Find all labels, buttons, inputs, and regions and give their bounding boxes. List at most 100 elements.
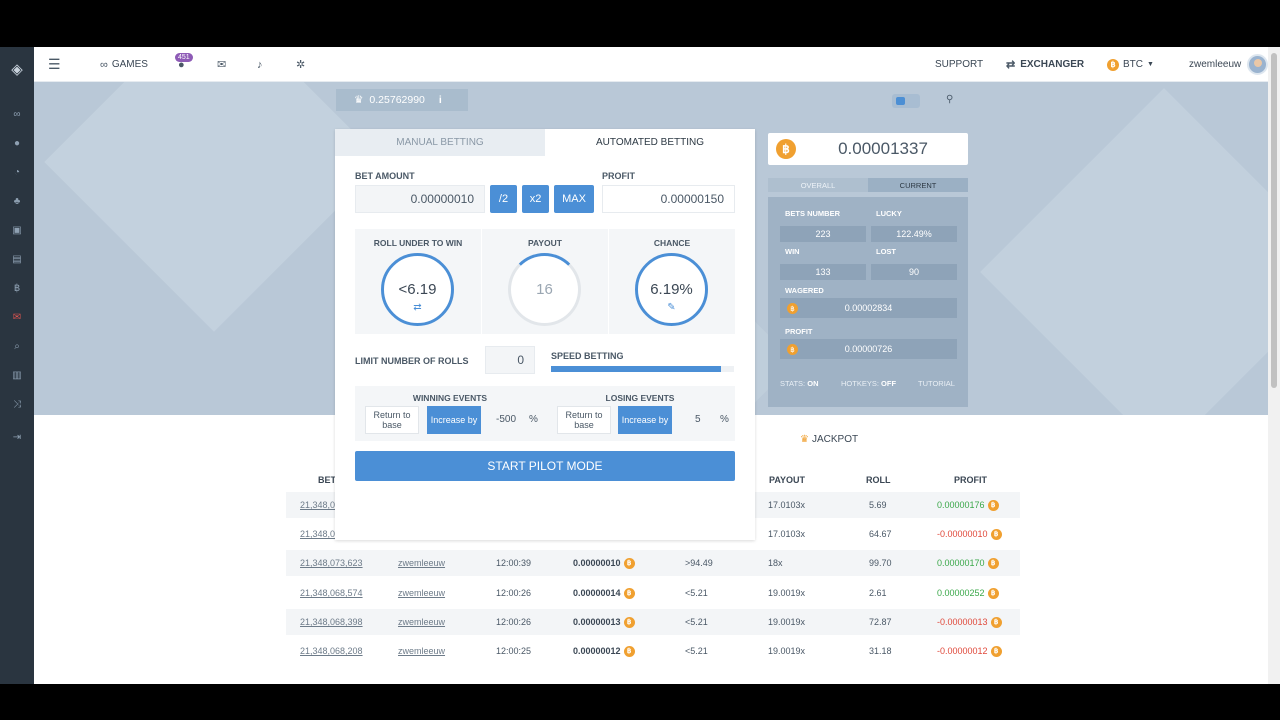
- cell-target: >94.49: [685, 558, 713, 568]
- bets-number-label: BETS NUMBER: [785, 209, 841, 218]
- info-icon[interactable]: i: [439, 94, 442, 106]
- sidebar-link-icon[interactable]: ∞: [0, 105, 34, 123]
- pencil-icon[interactable]: ✎: [667, 302, 675, 313]
- winning-events: WINNING EVENTS Return to base Increase b…: [355, 386, 545, 441]
- win-return-base-button[interactable]: Return to base: [365, 406, 419, 434]
- cell-profit: -0.00000010 ฿: [937, 521, 1002, 547]
- sidebar-bitcoin-icon[interactable]: ฿: [0, 279, 34, 297]
- cell-bet: 0.00000012 ฿: [573, 638, 635, 664]
- user-menu[interactable]: zwemleeuw: [1189, 47, 1269, 82]
- currency-select[interactable]: ฿ BTC ▼: [1107, 47, 1154, 82]
- cell-user[interactable]: zwemleeuw: [398, 609, 445, 635]
- jackpot-display: ♛ 0.25762990 i: [336, 89, 468, 111]
- max-bet-button[interactable]: MAX: [554, 185, 594, 213]
- games-menu[interactable]: ∞ GAMES: [100, 47, 148, 82]
- cell-id[interactable]: 21,348,068,574: [300, 580, 363, 606]
- profit-label: PROFIT: [785, 327, 813, 336]
- tab-overall[interactable]: OVERALL: [768, 178, 868, 192]
- menu-icon[interactable]: ☰: [48, 47, 61, 82]
- cell-user[interactable]: zwemleeuw: [398, 550, 445, 576]
- payout-box: PAYOUT 16: [482, 229, 608, 334]
- table-row: 21,348,068,208 zwemleeuw 12:00:25 0.0000001…: [286, 638, 1020, 664]
- bitcoin-icon: ฿: [990, 645, 1002, 657]
- table-row: 21,348,073,623 zwemleeuw 12:00:39 0.0000001…: [286, 550, 1020, 576]
- wagered-label: WAGERED: [785, 286, 824, 295]
- win-value: 133: [780, 264, 866, 280]
- jackpot-tab[interactable]: ♛ JACKPOT: [800, 434, 858, 445]
- cell-user[interactable]: zwemleeuw: [398, 580, 445, 606]
- sidebar-search-icon[interactable]: ⌕: [0, 337, 34, 355]
- bitcoin-icon: ฿: [623, 616, 635, 628]
- cell-id[interactable]: 21,348,068,208: [300, 638, 363, 664]
- header-roll: ROLL: [866, 475, 891, 485]
- support-link[interactable]: SUPPORT: [935, 47, 983, 82]
- sidebar-chat-icon[interactable]: ✉: [0, 308, 34, 326]
- wagered-value: 0.00002834: [780, 298, 957, 318]
- sidebar-group-icon[interactable]: ♣: [0, 192, 34, 210]
- win-increase-by-button[interactable]: Increase by: [427, 406, 481, 434]
- gamepad-icon: ∞: [100, 58, 108, 71]
- cell-payout: 17.0103x: [768, 500, 806, 510]
- cell-roll: 99.70: [869, 558, 892, 568]
- chance-label: CHANCE: [653, 238, 691, 248]
- cell-target: <5.21: [685, 646, 708, 656]
- table-row: 21,348,068,398 zwemleeuw 12:00:26 0.0000001…: [286, 609, 1020, 635]
- cell-roll: 64.67: [869, 529, 892, 539]
- games-label: GAMES: [111, 59, 148, 70]
- table-row: 21,348,068,574 zwemleeuw 12:00:26 0.0000001…: [286, 580, 1020, 606]
- chevron-down-icon: ▼: [1147, 61, 1154, 68]
- sidebar-box-icon[interactable]: ▣: [0, 221, 34, 239]
- loss-increase-input[interactable]: 5: [695, 414, 701, 425]
- hotkeys-toggle[interactable]: HOTKEYS: OFF: [841, 379, 896, 388]
- bitcoin-icon: ฿: [987, 557, 999, 569]
- logo-icon[interactable]: ◈: [0, 47, 34, 91]
- lost-label: LOST: [876, 247, 896, 256]
- username: zwemleeuw: [1189, 59, 1242, 70]
- cell-user[interactable]: zwemleeuw: [398, 638, 445, 664]
- sidebar-user-icon[interactable]: ●: [0, 134, 34, 152]
- stats-toggle[interactable]: STATS: ON: [780, 379, 818, 388]
- loss-return-base-button[interactable]: Return to base: [557, 406, 611, 434]
- header-payout: PAYOUT: [769, 475, 806, 485]
- bell-button[interactable]: ♪: [257, 47, 263, 82]
- cell-id[interactable]: 21,348,073,623: [300, 550, 363, 576]
- sidebar-shuffle-icon[interactable]: ⤨: [0, 395, 34, 413]
- settings-button[interactable]: ✲: [296, 47, 305, 82]
- exchanger-link[interactable]: ⇄ EXCHANGER: [1006, 47, 1084, 82]
- cell-roll: 2.61: [869, 588, 887, 598]
- start-pilot-button[interactable]: START PILOT MODE: [355, 451, 735, 481]
- tab-manual-betting[interactable]: MANUAL BETTING: [335, 129, 545, 156]
- tab-automated-betting[interactable]: AUTOMATED BETTING: [545, 129, 755, 156]
- top-bar: ☰ ∞ GAMES ● 451 ✉ ♪ ✲ SUPPORT ⇄ EXCHANGE…: [34, 47, 1269, 82]
- cell-roll: 31.18: [869, 646, 892, 656]
- swap-icon[interactable]: ⇄: [413, 302, 421, 313]
- win-increase-input[interactable]: -500: [496, 414, 516, 425]
- header-profit: PROFIT: [954, 475, 987, 485]
- scrollbar[interactable]: [1268, 47, 1280, 684]
- sidebar-chart-icon[interactable]: ◔: [0, 163, 34, 181]
- theme-toggle[interactable]: [892, 94, 920, 108]
- bet-amount-input[interactable]: 0.00000010: [355, 185, 485, 213]
- cell-roll: 72.87: [869, 617, 892, 627]
- payout-input[interactable]: 16: [508, 253, 581, 326]
- sidebar-doc-icon[interactable]: ▤: [0, 250, 34, 268]
- loss-increase-by-button[interactable]: Increase by: [618, 406, 672, 434]
- bitcoin-icon: ฿: [1107, 58, 1119, 71]
- sidebar-logout-icon[interactable]: ⇥: [0, 428, 34, 446]
- pin-icon[interactable]: ⚲: [946, 94, 953, 105]
- speed-slider[interactable]: [551, 366, 734, 372]
- cell-time: 12:00:25: [496, 646, 532, 656]
- bitcoin-icon: ฿: [987, 587, 999, 599]
- half-bet-button[interactable]: /2: [490, 185, 517, 213]
- double-bet-button[interactable]: x2: [522, 185, 549, 213]
- speed-slider-fill: [551, 366, 722, 372]
- chance-dial[interactable]: 6.19% ✎: [635, 253, 708, 326]
- bitcoin-icon: ฿: [623, 587, 635, 599]
- cell-id[interactable]: 21,348,068,398: [300, 609, 363, 635]
- tutorial-link[interactable]: TUTORIAL: [918, 379, 955, 388]
- tab-current[interactable]: CURRENT: [868, 178, 968, 192]
- limit-rolls-input[interactable]: 0: [485, 346, 535, 374]
- mail-button[interactable]: ✉: [217, 47, 226, 82]
- roll-under-dial[interactable]: <6.19 ⇄: [381, 253, 454, 326]
- sidebar-book-icon[interactable]: ▥: [0, 366, 34, 384]
